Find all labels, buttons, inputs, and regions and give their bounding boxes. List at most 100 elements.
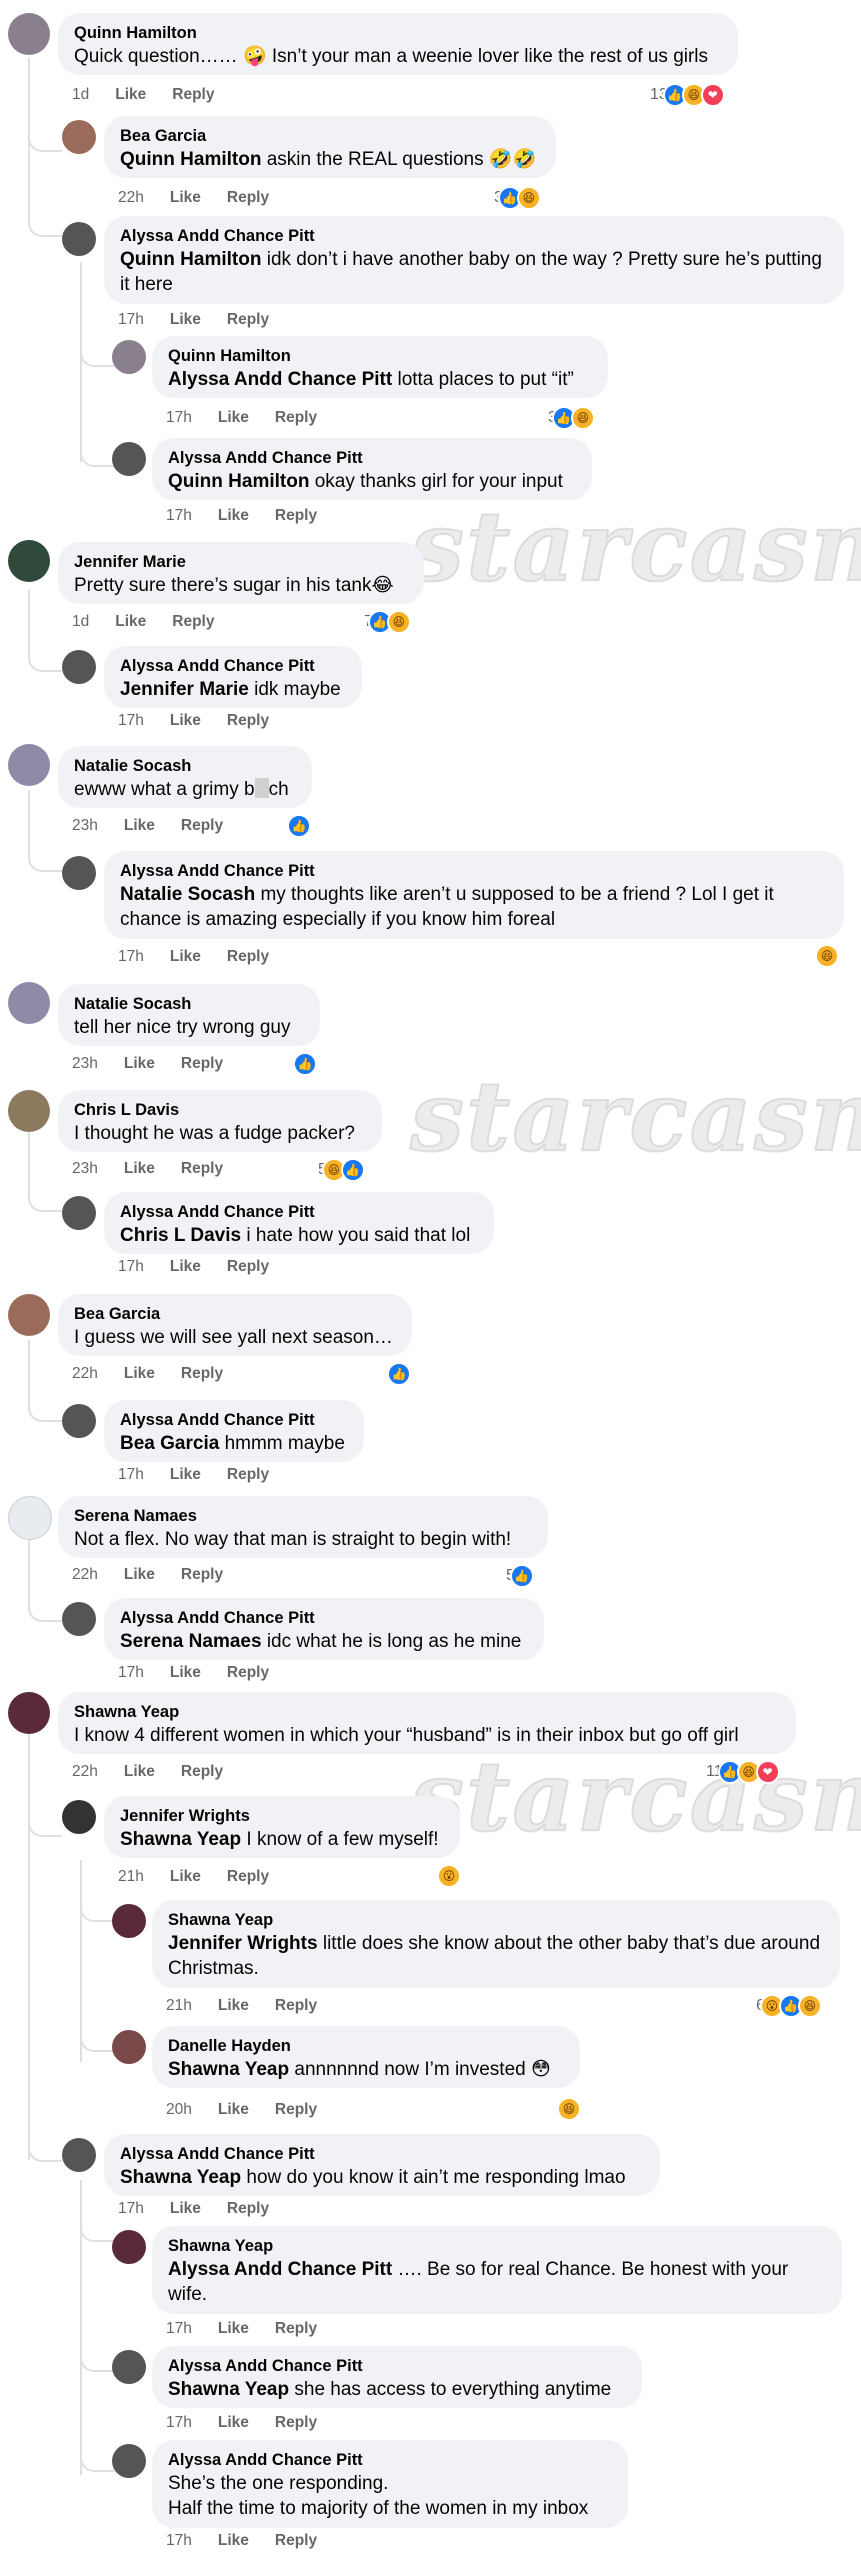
timestamp[interactable]: 17h xyxy=(166,409,192,426)
like-button[interactable]: Like xyxy=(170,1258,201,1275)
author-name[interactable]: Alyssa Andd Chance Pitt xyxy=(120,656,346,677)
timestamp[interactable]: 17h xyxy=(118,712,144,729)
timestamp[interactable]: 17h xyxy=(166,2532,192,2549)
reply-button[interactable]: Reply xyxy=(275,507,317,524)
mention-link[interactable]: Shawna Yeap xyxy=(168,2059,289,2080)
like-button[interactable]: Like xyxy=(170,189,201,206)
reply-button[interactable]: Reply xyxy=(181,1566,223,1583)
author-name[interactable]: Alyssa Andd Chance Pitt xyxy=(120,1410,348,1431)
timestamp[interactable]: 22h xyxy=(72,1763,98,1780)
timestamp[interactable]: 22h xyxy=(72,1365,98,1382)
reply-button[interactable]: Reply xyxy=(181,1160,223,1177)
avatar[interactable] xyxy=(62,1602,96,1636)
avatar[interactable] xyxy=(8,1692,50,1734)
reply-button[interactable]: Reply xyxy=(227,1664,269,1681)
author-name[interactable]: Shawna Yeap xyxy=(74,1702,780,1723)
reply-button[interactable]: Reply xyxy=(227,1466,269,1483)
avatar[interactable] xyxy=(112,442,146,476)
like-button[interactable]: Like xyxy=(124,1055,155,1072)
like-button[interactable]: Like xyxy=(170,2200,201,2217)
timestamp[interactable]: 23h xyxy=(72,1055,98,1072)
mention-link[interactable]: Serena Namaes xyxy=(120,1631,262,1652)
mention-link[interactable]: Shawna Yeap xyxy=(120,1829,241,1850)
mention-link[interactable]: Bea Garcia xyxy=(120,1433,219,1454)
author-name[interactable]: Alyssa Andd Chance Pitt xyxy=(120,1608,528,1629)
timestamp[interactable]: 17h xyxy=(118,1466,144,1483)
reply-button[interactable]: Reply xyxy=(275,2414,317,2431)
mention-link[interactable]: Natalie Socash xyxy=(120,884,255,905)
mention-link[interactable]: Quinn Hamilton xyxy=(168,471,309,492)
like-button[interactable]: Like xyxy=(124,1160,155,1177)
reaction-summary[interactable]: 👍 xyxy=(284,814,311,838)
reaction-summary[interactable]: 😆 xyxy=(554,2097,581,2121)
like-button[interactable]: Like xyxy=(170,712,201,729)
reaction-summary[interactable]: 5 😆👍 xyxy=(318,1158,365,1182)
reaction-summary[interactable]: 7 👍😆 xyxy=(364,610,411,634)
avatar[interactable] xyxy=(112,2230,146,2264)
author-name[interactable]: Quinn Hamilton xyxy=(168,346,592,367)
reaction-summary[interactable]: 👍 xyxy=(384,1362,411,1386)
like-button[interactable]: Like xyxy=(170,948,201,965)
avatar[interactable] xyxy=(62,650,96,684)
like-button[interactable]: Like xyxy=(218,1997,249,2014)
reply-button[interactable]: Reply xyxy=(227,1868,269,1885)
reply-button[interactable]: Reply xyxy=(275,2101,317,2118)
avatar[interactable] xyxy=(8,13,50,55)
avatar[interactable] xyxy=(112,340,146,374)
like-button[interactable]: Like xyxy=(170,1466,201,1483)
reaction-summary[interactable]: 😮 xyxy=(434,1864,461,1888)
reaction-summary[interactable]: 5 👍 xyxy=(506,1564,534,1588)
avatar[interactable] xyxy=(8,1090,50,1132)
reply-button[interactable]: Reply xyxy=(275,2532,317,2549)
reply-button[interactable]: Reply xyxy=(227,948,269,965)
author-name[interactable]: Jennifer Wrights xyxy=(120,1806,444,1827)
timestamp[interactable]: 17h xyxy=(166,507,192,524)
reaction-summary[interactable]: 👍 xyxy=(290,1052,317,1076)
timestamp[interactable]: 21h xyxy=(118,1868,144,1885)
author-name[interactable]: Serena Namaes xyxy=(74,1506,532,1527)
avatar[interactable] xyxy=(112,2030,146,2064)
mention-link[interactable]: Shawna Yeap xyxy=(168,2379,289,2400)
timestamp[interactable]: 23h xyxy=(72,817,98,834)
timestamp[interactable]: 17h xyxy=(166,2414,192,2431)
timestamp[interactable]: 1d xyxy=(72,613,89,630)
author-name[interactable]: Alyssa Andd Chance Pitt xyxy=(168,448,576,469)
reply-button[interactable]: Reply xyxy=(181,817,223,834)
author-name[interactable]: Shawna Yeap xyxy=(168,2236,826,2257)
like-button[interactable]: Like xyxy=(124,1566,155,1583)
timestamp[interactable]: 22h xyxy=(72,1566,98,1583)
timestamp[interactable]: 17h xyxy=(118,948,144,965)
mention-link[interactable]: Quinn Hamilton xyxy=(120,149,261,170)
avatar[interactable] xyxy=(62,1404,96,1438)
timestamp[interactable]: 17h xyxy=(166,2320,192,2337)
avatar[interactable] xyxy=(8,982,50,1024)
like-button[interactable]: Like xyxy=(218,2101,249,2118)
like-button[interactable]: Like xyxy=(170,311,201,328)
mention-link[interactable]: Chris L Davis xyxy=(120,1225,241,1246)
reply-button[interactable]: Reply xyxy=(181,1365,223,1382)
timestamp[interactable]: 17h xyxy=(118,1258,144,1275)
mention-link[interactable]: Jennifer Marie xyxy=(120,679,249,700)
like-button[interactable]: Like xyxy=(170,1664,201,1681)
mention-link[interactable]: Quinn Hamilton xyxy=(120,249,261,270)
author-name[interactable]: Natalie Socash xyxy=(74,994,304,1015)
like-button[interactable]: Like xyxy=(218,2414,249,2431)
timestamp[interactable]: 22h xyxy=(118,189,144,206)
reaction-summary[interactable]: 13 👍 😆 ❤ xyxy=(650,83,725,107)
like-button[interactable]: Like xyxy=(218,409,249,426)
avatar[interactable] xyxy=(8,1294,50,1336)
avatar[interactable] xyxy=(8,540,50,582)
author-name[interactable]: Alyssa Andd Chance Pitt xyxy=(120,861,828,882)
avatar[interactable] xyxy=(112,2444,146,2478)
author-name[interactable]: Alyssa Andd Chance Pitt xyxy=(168,2450,612,2471)
author-name[interactable]: Natalie Socash xyxy=(74,756,296,777)
mention-link[interactable]: Alyssa Andd Chance Pitt xyxy=(168,2259,392,2280)
avatar[interactable] xyxy=(62,120,96,154)
mention-link[interactable]: Jennifer Wrights xyxy=(168,1933,318,1954)
reply-button[interactable]: Reply xyxy=(172,613,214,630)
avatar[interactable] xyxy=(62,2138,96,2172)
author-name[interactable]: Danelle Hayden xyxy=(168,2036,564,2057)
reply-button[interactable]: Reply xyxy=(181,1763,223,1780)
avatar[interactable] xyxy=(8,1496,52,1540)
timestamp[interactable]: 20h xyxy=(166,2101,192,2118)
